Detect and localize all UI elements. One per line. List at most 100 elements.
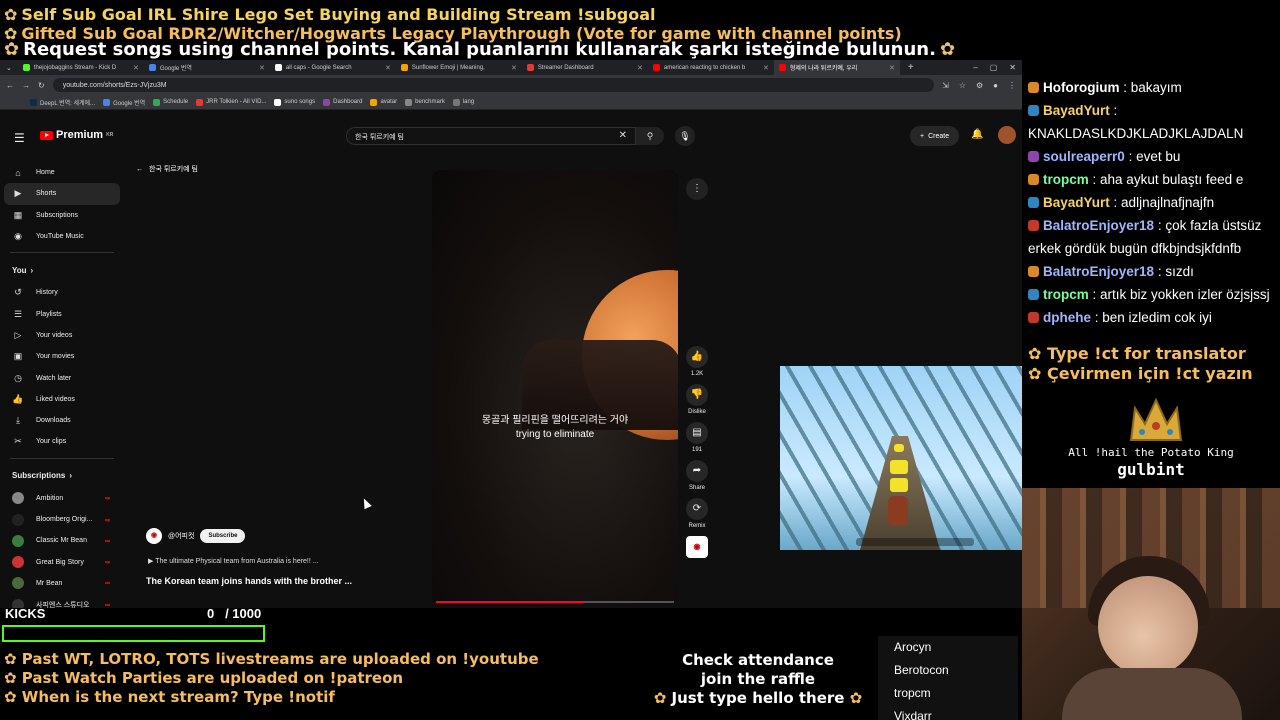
minimize-icon[interactable]: – bbox=[973, 63, 977, 72]
sidebar-item[interactable]: 👍 Liked videos bbox=[0, 389, 124, 410]
like-action[interactable]: 👍 1.2K bbox=[684, 346, 710, 377]
subscribe-button[interactable]: Subscribe bbox=[200, 529, 246, 543]
sidebar-item[interactable]: ◷ Watch later bbox=[0, 367, 124, 388]
dislike-action[interactable]: 👎 Dislike bbox=[684, 384, 710, 415]
tab-close-icon[interactable]: ✕ bbox=[385, 64, 391, 72]
sidebar-item[interactable]: ☰ Playlists bbox=[0, 303, 124, 324]
bookmark-item[interactable]: Dashboard bbox=[323, 98, 362, 106]
extensions-icon[interactable]: ⚙ bbox=[976, 81, 983, 90]
subscription-item[interactable]: Bloomberg Origi... bbox=[0, 509, 124, 530]
share-action[interactable]: ➦ Share bbox=[684, 460, 710, 491]
shorts-icon: ▶ bbox=[14, 188, 22, 199]
browser-tab[interactable]: thejojobaggins Stream - Kick D ✕ bbox=[18, 60, 144, 75]
youtube-logo[interactable]: Premium KR bbox=[40, 129, 113, 141]
game-coin bbox=[890, 478, 908, 492]
bookmark-item[interactable]: JRR Tolkien - All VID... bbox=[196, 98, 267, 106]
clear-search-icon[interactable]: ✕ bbox=[619, 130, 627, 141]
hamburger-menu-icon[interactable]: ☰ bbox=[14, 131, 25, 145]
reload-icon[interactable]: ↻ bbox=[38, 81, 45, 90]
chat-username[interactable]: Hoforogium bbox=[1043, 80, 1120, 95]
browser-tab[interactable]: all caps - Google Search ✕ bbox=[270, 60, 396, 75]
sidebar-item[interactable]: ↺ History bbox=[0, 282, 124, 303]
channel-avatar[interactable]: ◉ bbox=[146, 528, 162, 544]
bookmark-item[interactable]: avatar bbox=[370, 98, 397, 106]
forward-nav-icon[interactable]: → bbox=[22, 81, 30, 90]
raffle-names-list: Arocyn Berotocon tropcm Vixdarr bbox=[878, 636, 1018, 720]
sidebar-item[interactable]: ⌂ Home bbox=[0, 162, 124, 183]
video-description-preview[interactable]: ▶ The ultimate Physical team from Austra… bbox=[148, 557, 319, 565]
star-icon[interactable]: ☆ bbox=[959, 81, 966, 90]
back-nav-icon[interactable]: ← bbox=[6, 81, 14, 90]
bookmark-item[interactable]: suno songs bbox=[274, 98, 315, 106]
sidebar-item[interactable]: ▦ Subscriptions bbox=[0, 205, 124, 226]
chat-username[interactable]: BalatroEnjoyer18 bbox=[1043, 218, 1154, 233]
tab-close-icon[interactable]: ✕ bbox=[763, 64, 769, 72]
sidebar-item[interactable]: ✂ Your clips bbox=[0, 431, 124, 452]
profile-icon[interactable]: ● bbox=[993, 81, 998, 90]
channel-sound-avatar[interactable]: ◉ bbox=[686, 536, 708, 558]
shorts-back-title[interactable]: ← 한국 튀르키예 팀 bbox=[136, 164, 198, 174]
maximize-icon[interactable]: ▢ bbox=[990, 63, 998, 72]
new-tab-button[interactable]: + bbox=[900, 62, 922, 73]
shorts-video-player[interactable]: 몽골과 필리핀을 떨어뜨리려는 거야 trying to eliminate bbox=[432, 170, 678, 605]
chat-username[interactable]: tropcm bbox=[1043, 287, 1089, 302]
share-icon: ➦ bbox=[686, 460, 708, 482]
sidebar-item[interactable]: ⤓ Downloads bbox=[0, 410, 124, 431]
bookmark-favicon-icon bbox=[452, 98, 460, 106]
subscription-item[interactable]: Great Big Story bbox=[0, 551, 124, 572]
chat-username[interactable]: BayadYurt bbox=[1043, 195, 1110, 210]
thumbs-up-icon: 👍 bbox=[686, 346, 708, 368]
channel-handle[interactable]: @어피컷 bbox=[168, 531, 194, 541]
comments-action[interactable]: ▤ 191 bbox=[684, 422, 710, 453]
tab-close-icon[interactable]: ✕ bbox=[637, 64, 643, 72]
close-window-icon[interactable]: ✕ bbox=[1009, 63, 1016, 72]
browser-tab[interactable]: Sunflower Emoji | Meaning, ✕ bbox=[396, 60, 522, 75]
sidebar-item[interactable]: ▣ Your movies bbox=[0, 346, 124, 367]
search-button[interactable]: ⚲ bbox=[636, 127, 664, 145]
game-player bbox=[888, 496, 908, 526]
bookmark-item[interactable]: lang bbox=[452, 98, 474, 106]
subscriptions-heading[interactable]: Subscriptions › bbox=[0, 464, 124, 488]
browser-tab[interactable]: american reacting to chicken b ✕ bbox=[648, 60, 774, 75]
tab-list-icon[interactable]: ⌄ bbox=[0, 64, 18, 72]
bookmark-item[interactable]: Schedule bbox=[153, 98, 188, 106]
create-button[interactable]: + Create bbox=[910, 126, 960, 146]
notifications-bell-icon[interactable]: 🔔 bbox=[971, 129, 983, 140]
browser-tab[interactable]: 형제의 나라 튀르키예, 우리 ✕ bbox=[773, 60, 900, 75]
video-more-button[interactable]: ⋮ bbox=[686, 178, 708, 200]
subscription-item[interactable]: Mr Bean bbox=[0, 573, 124, 594]
sunflower-icon: ✿ bbox=[4, 39, 20, 60]
video-title[interactable]: The Korean team joins hands with the bro… bbox=[146, 576, 352, 586]
tab-close-icon[interactable]: ✕ bbox=[259, 64, 265, 72]
account-avatar[interactable] bbox=[998, 126, 1016, 144]
chat-username[interactable]: soulreaperr0 bbox=[1043, 149, 1125, 164]
browser-tab[interactable]: Streamer Dashboard ✕ bbox=[522, 60, 648, 75]
url-field[interactable]: youtube.com/shorts/Ezs-JVjzu3M bbox=[52, 78, 935, 92]
bookmark-label: JRR Tolkien - All VID... bbox=[206, 99, 267, 105]
chat-badge-icon bbox=[1028, 220, 1039, 231]
voice-search-button[interactable]: 🎙 bbox=[675, 126, 695, 146]
tab-close-icon[interactable]: ✕ bbox=[511, 64, 517, 72]
chat-username[interactable]: BayadYurt bbox=[1043, 103, 1110, 118]
install-icon[interactable]: ⇲ bbox=[942, 81, 949, 90]
subscription-item[interactable]: Ambition bbox=[0, 488, 124, 509]
chat-username[interactable]: dphehe bbox=[1043, 310, 1091, 325]
remix-action[interactable]: ⟳ Remix bbox=[684, 498, 710, 529]
menu-icon[interactable]: ⋮ bbox=[1008, 81, 1016, 90]
chat-username[interactable]: BalatroEnjoyer18 bbox=[1043, 264, 1154, 279]
bookmark-item[interactable]: Google 번역 bbox=[103, 98, 145, 107]
tab-close-icon[interactable]: ✕ bbox=[133, 64, 139, 72]
search-input[interactable]: 한국 튀르키예 팀 ✕ bbox=[346, 127, 636, 145]
tab-close-icon[interactable]: ✕ bbox=[889, 64, 895, 72]
browser-tab[interactable]: Google 번역 ✕ bbox=[144, 60, 270, 75]
sidebar-item[interactable]: ▷ Your videos bbox=[0, 325, 124, 346]
subscription-item[interactable]: Classic Mr Bean bbox=[0, 530, 124, 551]
sidebar-item[interactable]: ▶ Shorts bbox=[4, 183, 120, 205]
mic-icon: 🎙 bbox=[679, 131, 691, 141]
bookmark-item[interactable]: benchmark bbox=[405, 98, 445, 106]
you-heading[interactable]: You › bbox=[0, 258, 124, 282]
bookmark-item[interactable]: DeepL 번역: 세계에... bbox=[30, 98, 95, 107]
video-progress-bar[interactable] bbox=[436, 601, 674, 603]
chat-username[interactable]: tropcm bbox=[1043, 172, 1089, 187]
sidebar-item[interactable]: ◉ YouTube Music bbox=[0, 226, 124, 247]
